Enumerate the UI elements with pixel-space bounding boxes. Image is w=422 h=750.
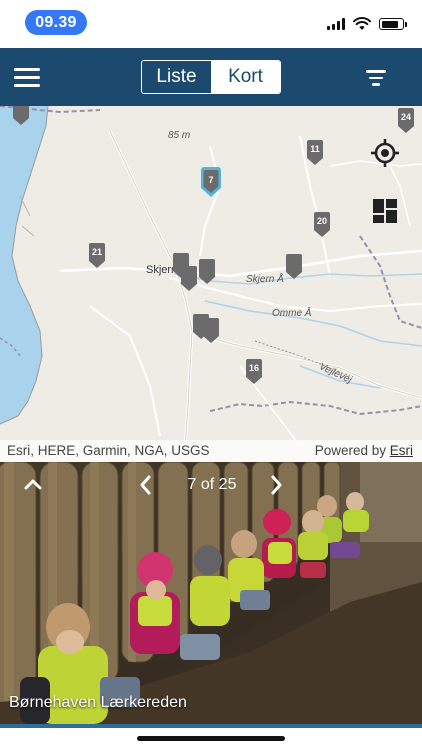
- map-marker[interactable]: [203, 318, 219, 343]
- home-indicator[interactable]: [137, 736, 285, 741]
- map-label-elevation: 85 m: [168, 130, 191, 141]
- map-marker[interactable]: [13, 106, 29, 125]
- tab-kort[interactable]: Kort: [211, 61, 280, 93]
- esri-link[interactable]: Esri: [390, 443, 413, 458]
- map-marker[interactable]: 21: [89, 243, 105, 268]
- attribution-text: Esri, HERE, Garmin, NGA, USGS: [7, 443, 210, 458]
- map-marker[interactable]: 11: [307, 140, 323, 165]
- map-view[interactable]: Skjern 85 m Skjern Å Omme Å Vejlevej 24 …: [0, 106, 422, 462]
- map-marker[interactable]: 20: [314, 212, 330, 237]
- kindergarten-photo: [0, 462, 422, 724]
- crosshair-locate-icon[interactable]: [367, 135, 403, 171]
- view-toggle: Liste Kort: [141, 60, 281, 94]
- battery-icon: [379, 18, 407, 30]
- photo-counter: 7 of 25: [187, 476, 237, 493]
- map-label-skjern-aa: Skjern Å: [246, 274, 284, 285]
- basemap-gallery-icon[interactable]: [367, 193, 403, 229]
- app-bar: Liste Kort: [0, 48, 422, 106]
- map-attribution: Esri, HERE, Garmin, NGA, USGS Powered by…: [0, 440, 422, 462]
- map-marker[interactable]: [286, 254, 302, 279]
- photo-panel: 7 of 25 Børnehaven Lærkereden: [0, 462, 422, 724]
- map-label-omme-aa: Omme Å: [272, 308, 312, 319]
- filter-icon[interactable]: [366, 70, 386, 86]
- photo-caption: Børnehaven Lærkereden: [9, 694, 187, 711]
- cellular-signal-icon: [327, 18, 345, 30]
- home-indicator-area: [0, 728, 422, 750]
- map-marker-selected[interactable]: 7: [201, 167, 221, 197]
- map-marker[interactable]: 16: [246, 359, 262, 384]
- powered-by-text: Powered by: [314, 443, 386, 458]
- map-marker[interactable]: [199, 259, 215, 284]
- status-icons: [327, 17, 407, 31]
- hamburger-menu-icon[interactable]: [14, 68, 40, 88]
- status-bar: 09.39: [0, 0, 422, 48]
- map-marker[interactable]: [181, 266, 197, 291]
- wifi-icon: [353, 17, 371, 30]
- map-marker[interactable]: 24: [398, 108, 414, 133]
- status-time: 09.39: [25, 10, 87, 35]
- powered-by: Powered by Esri: [315, 443, 413, 458]
- tab-liste[interactable]: Liste: [142, 61, 211, 93]
